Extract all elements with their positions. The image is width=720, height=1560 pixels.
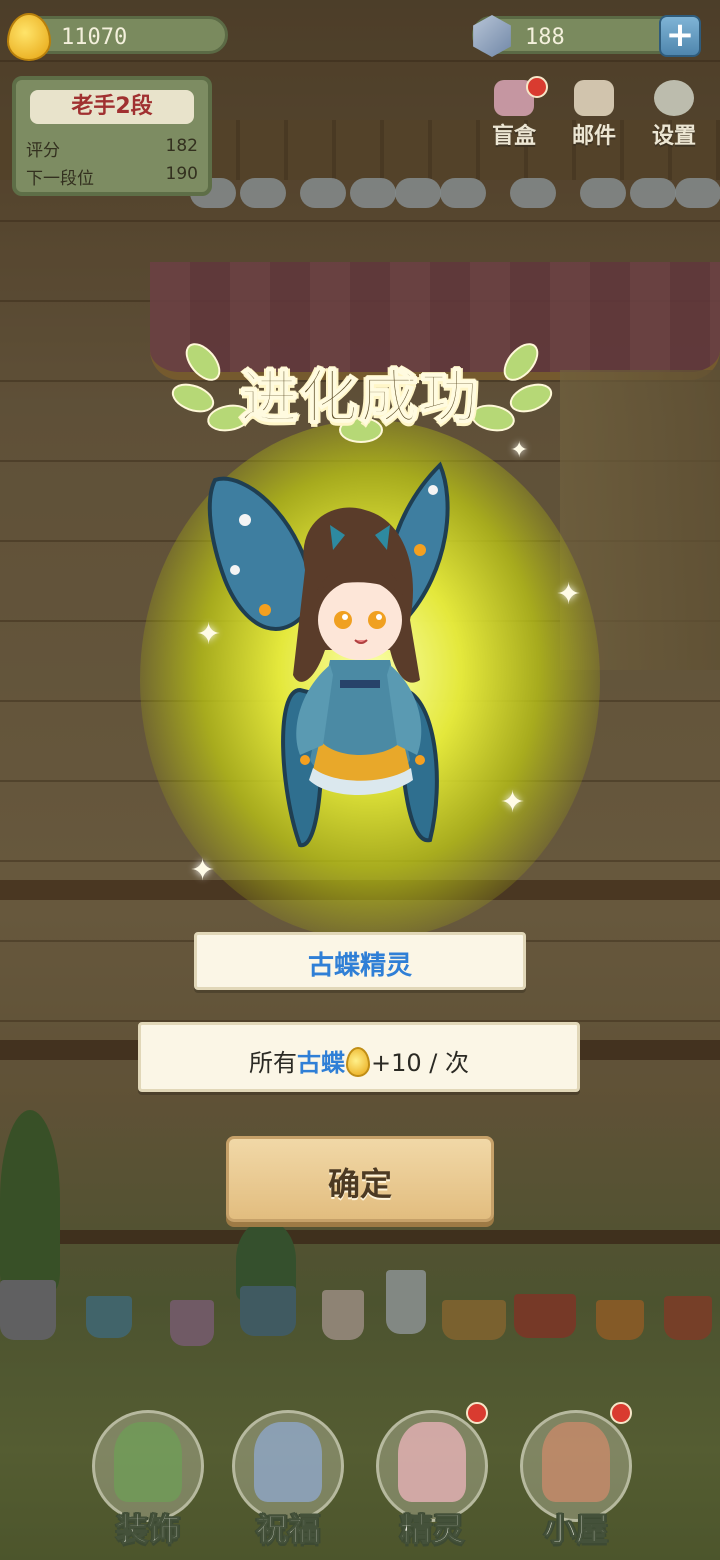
rank-panel[interactable]: 老手2段 评分 182 下一段位 190 bbox=[12, 76, 212, 196]
effect-text: 所有古蝶 +10 / 次 bbox=[141, 1043, 577, 1078]
coin-drop-icon bbox=[7, 13, 51, 61]
rank-next-row: 下一段位 190 bbox=[26, 164, 202, 189]
coin-value: 11070 bbox=[61, 25, 128, 50]
mail-button[interactable]: 邮件 bbox=[562, 80, 626, 150]
mail-label: 邮件 bbox=[571, 124, 616, 149]
score-value: 182 bbox=[165, 136, 198, 156]
settings-button[interactable]: 设置 bbox=[642, 80, 706, 150]
sparkle-icon: ✦ bbox=[500, 785, 526, 820]
nav-blessing[interactable]: 祝福 bbox=[226, 1398, 350, 1549]
gem-value: 188 bbox=[525, 25, 565, 50]
coin-counter: 11070 bbox=[7, 13, 228, 61]
add-gems-button[interactable]: + bbox=[659, 15, 701, 57]
blessing-icon bbox=[254, 1422, 322, 1502]
house-icon bbox=[542, 1422, 610, 1502]
blind-box-button[interactable]: 盲盒 bbox=[482, 76, 548, 150]
score-label: 评分 bbox=[26, 141, 60, 161]
bottom-nav: 装饰 祝福 精灵 小屋 bbox=[0, 1380, 720, 1560]
fairy-icon bbox=[398, 1422, 466, 1502]
nav-fairy[interactable]: 精灵 bbox=[370, 1398, 494, 1549]
nav-blessing-label: 祝福 bbox=[255, 1510, 320, 1549]
notification-dot bbox=[610, 1402, 632, 1424]
plus-icon: + bbox=[665, 15, 695, 55]
nav-decorate[interactable]: 装饰 bbox=[86, 1398, 210, 1549]
effect-suffix: / 次 bbox=[429, 1049, 469, 1077]
fairy-name-box: 古蝶精灵 bbox=[194, 932, 526, 990]
coin-drop-icon bbox=[345, 1047, 370, 1077]
success-title: 进化成功 bbox=[239, 362, 480, 432]
nav-house[interactable]: 小屋 bbox=[514, 1398, 638, 1549]
rank-score-row: 评分 182 bbox=[26, 136, 202, 161]
plant-icon bbox=[114, 1422, 182, 1502]
notification-dot bbox=[466, 1402, 488, 1424]
rank-title: 老手2段 bbox=[30, 90, 194, 124]
mail-icon bbox=[574, 80, 614, 116]
blind-box-label: 盲盒 bbox=[491, 124, 536, 149]
butterfly-fairy-character bbox=[207, 461, 450, 848]
next-rank-label: 下一段位 bbox=[26, 169, 94, 189]
settings-label: 设置 bbox=[651, 124, 696, 149]
nav-house-label: 小屋 bbox=[543, 1510, 608, 1549]
notification-dot bbox=[526, 76, 548, 98]
nav-decorate-label: 装饰 bbox=[115, 1510, 180, 1549]
sparkle-icon: ✦ bbox=[190, 853, 216, 888]
confirm-button[interactable]: 确定 bbox=[226, 1136, 494, 1222]
effect-amount: +10 bbox=[370, 1049, 422, 1077]
evolution-effect-box: 所有古蝶 +10 / 次 bbox=[138, 1022, 580, 1092]
gem-counter: 188 + bbox=[472, 15, 701, 57]
nav-fairy-label: 精灵 bbox=[399, 1510, 464, 1549]
fairy-name: 古蝶精灵 bbox=[307, 951, 412, 981]
next-rank-value: 190 bbox=[165, 164, 198, 184]
effect-target: 古蝶 bbox=[296, 1049, 345, 1077]
sparkle-icon: ✦ bbox=[556, 577, 582, 612]
confirm-label: 确定 bbox=[327, 1165, 392, 1203]
gear-icon bbox=[654, 80, 694, 116]
effect-prefix: 所有 bbox=[248, 1049, 297, 1077]
success-banner: 进化成功 bbox=[167, 330, 557, 443]
sparkle-icon: ✦ bbox=[510, 438, 529, 463]
